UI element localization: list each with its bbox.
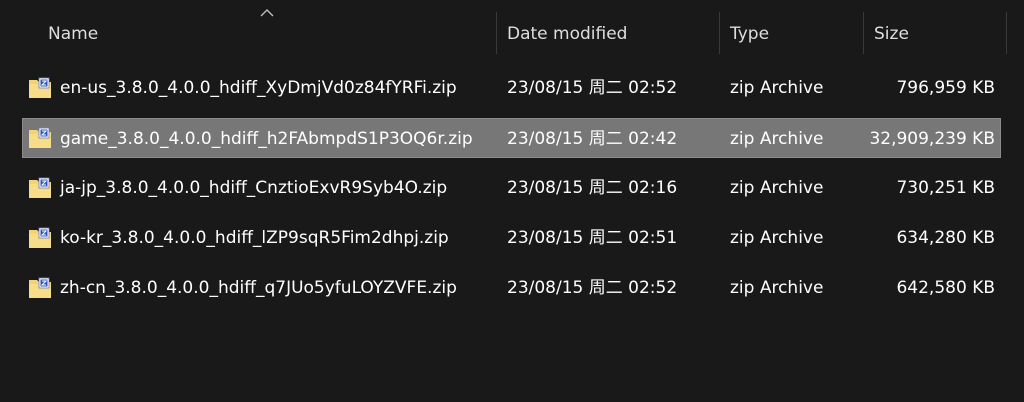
file-row[interactable]: zh-cn_3.8.0_4.0.0_hdiff_q7JUo5yfuLOYZVFE… <box>22 268 1001 308</box>
column-header-size[interactable]: Size <box>874 0 909 56</box>
file-size: 32,909,239 KB <box>869 129 995 149</box>
file-name: ko-kr_3.8.0_4.0.0_hdiff_lZP9sqR5Fim2dhpj… <box>60 228 449 248</box>
sort-ascending-icon <box>260 9 274 17</box>
file-row[interactable]: game_3.8.0_4.0.0_hdiff_h2FAbmpdS1P3OQ6r.… <box>22 118 1001 158</box>
column-divider[interactable] <box>719 12 720 54</box>
file-date-modified: 23/08/15 周二 02:51 <box>507 228 678 248</box>
file-type: zip Archive <box>730 129 824 149</box>
column-header-type[interactable]: Type <box>730 0 769 56</box>
file-type: zip Archive <box>730 178 824 198</box>
file-name: game_3.8.0_4.0.0_hdiff_h2FAbmpdS1P3OQ6r.… <box>60 129 473 149</box>
zip-folder-icon <box>29 77 51 98</box>
file-type: zip Archive <box>730 278 824 298</box>
file-name: en-us_3.8.0_4.0.0_hdiff_XyDmjVd0z84fYRFi… <box>60 78 457 98</box>
file-row[interactable]: ko-kr_3.8.0_4.0.0_hdiff_lZP9sqR5Fim2dhpj… <box>22 218 1001 258</box>
file-row[interactable]: en-us_3.8.0_4.0.0_hdiff_XyDmjVd0z84fYRFi… <box>22 68 1001 108</box>
file-size: 730,251 KB <box>896 178 995 198</box>
column-header-date-modified[interactable]: Date modified <box>507 0 627 56</box>
column-header-bar: Name Date modified Type Size <box>0 0 1024 56</box>
file-size: 796,959 KB <box>896 78 995 98</box>
file-size: 634,280 KB <box>896 228 995 248</box>
file-date-modified: 23/08/15 周二 02:52 <box>507 278 678 298</box>
file-size: 642,580 KB <box>896 278 995 298</box>
file-date-modified: 23/08/15 周二 02:52 <box>507 78 678 98</box>
column-divider[interactable] <box>1006 12 1007 54</box>
zip-folder-icon <box>29 127 51 148</box>
zip-folder-icon <box>29 177 51 198</box>
zip-folder-icon <box>29 227 51 248</box>
column-header-name[interactable]: Name <box>48 0 98 56</box>
file-date-modified: 23/08/15 周二 02:16 <box>507 178 678 198</box>
file-name: ja-jp_3.8.0_4.0.0_hdiff_CnztioExvR9Syb4O… <box>60 178 448 198</box>
zip-folder-icon <box>29 277 51 298</box>
column-divider[interactable] <box>496 12 497 54</box>
file-type: zip Archive <box>730 228 824 248</box>
file-type: zip Archive <box>730 78 824 98</box>
file-date-modified: 23/08/15 周二 02:42 <box>507 129 678 149</box>
file-name: zh-cn_3.8.0_4.0.0_hdiff_q7JUo5yfuLOYZVFE… <box>60 278 457 298</box>
file-explorer-details-view: Name Date modified Type Size en-us_3.8.0… <box>0 0 1024 402</box>
column-divider[interactable] <box>863 12 864 54</box>
file-row[interactable]: ja-jp_3.8.0_4.0.0_hdiff_CnztioExvR9Syb4O… <box>22 168 1001 208</box>
